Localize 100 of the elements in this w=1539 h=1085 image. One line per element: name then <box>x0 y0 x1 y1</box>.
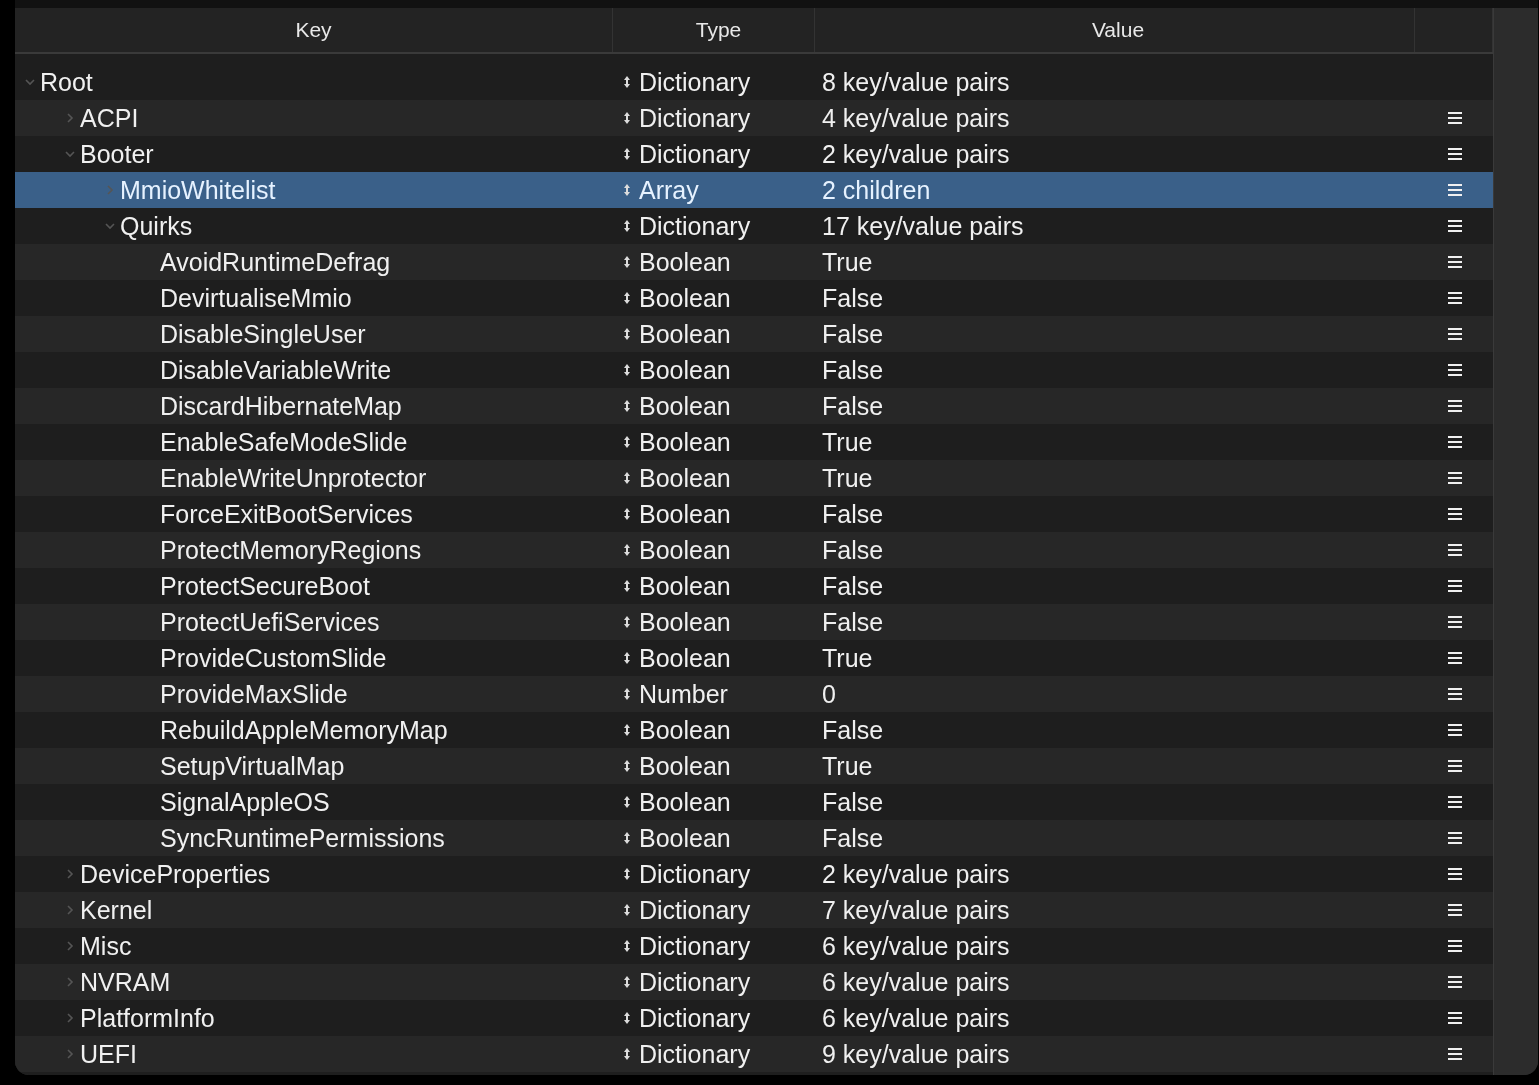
up-down-arrows-icon[interactable] <box>623 363 631 377</box>
menu-icon[interactable] <box>1448 508 1462 520</box>
menu-icon[interactable] <box>1448 148 1462 160</box>
column-header[interactable]: Value <box>815 8 1415 52</box>
column-header[interactable]: Key <box>15 8 613 52</box>
up-down-arrows-icon[interactable] <box>623 291 631 305</box>
value-text: False <box>822 319 884 349</box>
menu-icon[interactable] <box>1448 256 1462 268</box>
key-text: Booter <box>80 139 154 169</box>
menu-icon[interactable] <box>1448 724 1462 736</box>
table-row[interactable]: DiscardHibernateMap Boolean False <box>15 388 1493 424</box>
table-row[interactable]: SyncRuntimePermissions Boolean False <box>15 820 1493 856</box>
up-down-arrows-icon[interactable] <box>623 903 631 917</box>
menu-icon[interactable] <box>1448 1012 1462 1024</box>
key-text: ForceExitBootServices <box>160 499 413 529</box>
up-down-arrows-icon[interactable] <box>623 867 631 881</box>
menu-icon[interactable] <box>1448 796 1462 808</box>
key-text: PlatformInfo <box>80 1003 215 1033</box>
value-text: 6 key/value pairs <box>822 967 1010 997</box>
menu-icon[interactable] <box>1448 868 1462 880</box>
menu-icon[interactable] <box>1448 328 1462 340</box>
menu-icon[interactable] <box>1448 220 1462 232</box>
up-down-arrows-icon[interactable] <box>623 687 631 701</box>
menu-icon[interactable] <box>1448 904 1462 916</box>
menu-icon[interactable] <box>1448 292 1462 304</box>
table-row[interactable]: UEFI Dictionary 9 key/value pairs <box>15 1036 1493 1072</box>
value-text: 6 key/value pairs <box>822 1003 1010 1033</box>
up-down-arrows-icon[interactable] <box>623 111 631 125</box>
value-text: True <box>822 751 873 781</box>
type-text: Boolean <box>639 787 731 817</box>
table-row[interactable]: ProtectMemoryRegions Boolean False <box>15 532 1493 568</box>
up-down-arrows-icon[interactable] <box>623 399 631 413</box>
up-down-arrows-icon[interactable] <box>623 75 631 89</box>
type-text: Dictionary <box>639 211 751 241</box>
type-text: Boolean <box>639 715 731 745</box>
value-text: 17 key/value pairs <box>822 211 1024 241</box>
up-down-arrows-icon[interactable] <box>623 1011 631 1025</box>
up-down-arrows-icon[interactable] <box>623 543 631 557</box>
key-text: RebuildAppleMemoryMap <box>160 715 448 745</box>
menu-icon[interactable] <box>1448 112 1462 124</box>
up-down-arrows-icon[interactable] <box>623 435 631 449</box>
up-down-arrows-icon[interactable] <box>623 507 631 521</box>
up-down-arrows-icon[interactable] <box>623 831 631 845</box>
value-text: 4 key/value pairs <box>822 103 1010 133</box>
menu-icon[interactable] <box>1448 760 1462 772</box>
up-down-arrows-icon[interactable] <box>623 327 631 341</box>
table-row[interactable]: DisableSingleUser Boolean False <box>15 316 1493 352</box>
up-down-arrows-icon[interactable] <box>623 579 631 593</box>
table-row[interactable]: AvoidRuntimeDefrag Boolean True <box>15 244 1493 280</box>
menu-icon[interactable] <box>1448 472 1462 484</box>
up-down-arrows-icon[interactable] <box>623 255 631 269</box>
type-text: Boolean <box>639 427 731 457</box>
value-text: False <box>822 571 884 601</box>
up-down-arrows-icon[interactable] <box>623 471 631 485</box>
up-down-arrows-icon[interactable] <box>623 219 631 233</box>
up-down-arrows-icon[interactable] <box>623 795 631 809</box>
menu-icon[interactable] <box>1448 1048 1462 1060</box>
key-text: Misc <box>80 931 132 961</box>
menu-icon[interactable] <box>1448 616 1462 628</box>
type-text: Boolean <box>639 571 731 601</box>
table-row[interactable]: SetupVirtualMap Boolean True <box>15 748 1493 784</box>
scrollbar-track[interactable] <box>1493 8 1538 1075</box>
key-text: ACPI <box>80 103 139 133</box>
up-down-arrows-icon[interactable] <box>623 651 631 665</box>
table-row[interactable]: ACPI Dictionary 4 key/value pairs <box>15 100 1493 136</box>
table-row[interactable]: EnableWriteUnprotector Boolean True <box>15 460 1493 496</box>
table-row[interactable]: ProtectUefiServices Boolean False <box>15 604 1493 640</box>
menu-icon[interactable] <box>1448 400 1462 412</box>
table-row[interactable]: Kernel Dictionary 7 key/value pairs <box>15 892 1493 928</box>
type-text: Boolean <box>639 283 731 313</box>
menu-icon[interactable] <box>1448 976 1462 988</box>
up-down-arrows-icon[interactable] <box>623 1047 631 1061</box>
menu-icon[interactable] <box>1448 580 1462 592</box>
type-text: Boolean <box>639 247 731 277</box>
menu-icon[interactable] <box>1448 436 1462 448</box>
menu-icon[interactable] <box>1448 688 1462 700</box>
key-text: SyncRuntimePermissions <box>160 823 445 853</box>
menu-icon[interactable] <box>1448 652 1462 664</box>
table-row[interactable]: ProvideMaxSlide Number 0 <box>15 676 1493 712</box>
column-header[interactable]: Type <box>613 8 815 52</box>
up-down-arrows-icon[interactable] <box>623 615 631 629</box>
type-text: Boolean <box>639 499 731 529</box>
up-down-arrows-icon[interactable] <box>623 147 631 161</box>
value-text: False <box>822 535 884 565</box>
menu-icon[interactable] <box>1448 544 1462 556</box>
key-text: EnableSafeModeSlide <box>160 427 408 457</box>
up-down-arrows-icon[interactable] <box>623 939 631 953</box>
up-down-arrows-icon[interactable] <box>623 975 631 989</box>
menu-icon[interactable] <box>1448 832 1462 844</box>
up-down-arrows-icon[interactable] <box>623 759 631 773</box>
type-text: Boolean <box>639 751 731 781</box>
up-down-arrows-icon[interactable] <box>623 723 631 737</box>
menu-icon[interactable] <box>1448 940 1462 952</box>
menu-icon[interactable] <box>1448 364 1462 376</box>
value-text: 6 key/value pairs <box>822 931 1010 961</box>
key-text: ProtectSecureBoot <box>160 571 370 601</box>
value-text: 0 <box>822 679 836 709</box>
type-text: Dictionary <box>639 895 751 925</box>
table-row[interactable]: NVRAM Dictionary 6 key/value pairs <box>15 964 1493 1000</box>
value-text: 7 key/value pairs <box>822 895 1010 925</box>
